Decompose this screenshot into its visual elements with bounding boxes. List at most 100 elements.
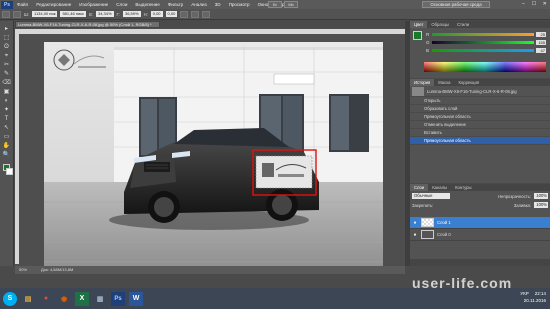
brush-tool-icon[interactable]: ✎ [2,70,12,78]
history-item[interactable]: Образовать слой [410,105,550,113]
menu-image[interactable]: Изображение [75,2,112,7]
color-panel: Цвет Образцы Стили R 25 G 155 B 47 [410,21,550,78]
maximize-button[interactable]: ☐ [529,0,540,9]
tab-history[interactable]: История [410,79,435,86]
lock-label: Закрепить: [412,202,434,208]
photoshop-taskbar-icon[interactable]: Ps [111,291,125,306]
eraser-tool-icon[interactable]: ⌫ [2,79,12,87]
layer-row[interactable]: ● Слой 0 [410,229,550,241]
menu-analysis[interactable]: Анализ [187,2,211,7]
zoom-tool-icon[interactable]: 🔍 [2,151,12,159]
width-field[interactable]: 34,34% [95,11,114,17]
word-icon[interactable]: W [129,291,143,306]
pen-tool-icon[interactable]: ✦ [2,106,12,114]
history-item[interactable]: Открыть [410,97,550,105]
warp-icon[interactable] [180,10,189,18]
layer-name[interactable]: Слой 0 [437,232,451,237]
hand-tool-icon[interactable]: ✋ [2,142,12,150]
menu-file[interactable]: Файл [13,2,32,7]
reference-point-icon[interactable] [13,10,21,18]
y-field[interactable]: 581,46 пикс [60,11,86,17]
color-spectrum-bar[interactable] [424,62,546,72]
snapshot-thumbnail [412,86,424,96]
tab-swatches[interactable]: Образцы [427,21,453,28]
history-item[interactable]: Вставить [410,129,550,137]
fill-field[interactable]: 100% [534,202,548,208]
history-item-selected[interactable]: Прямоугольная область [410,137,550,145]
layers-panel-footer [410,259,550,266]
dodge-tool-icon[interactable]: ◐ [2,97,12,105]
zoom-level[interactable]: 50% [19,266,27,274]
excel-icon[interactable]: X [75,291,89,306]
menu-3d[interactable]: 3D [211,2,225,7]
menu-edit[interactable]: Редактирование [32,2,75,7]
layer-name[interactable]: Слой 1 [437,220,451,225]
commit-transform-icon[interactable] [202,10,211,18]
tab-paths[interactable]: Контуры [451,184,475,191]
blue-slider[interactable]: B 47 [426,47,546,54]
cancel-transform-icon[interactable] [191,10,200,18]
clock-time[interactable]: 22:14 [535,290,546,297]
explorer-icon[interactable]: ▤ [21,292,35,306]
blend-mode-select[interactable]: Обычные [412,193,450,199]
tab-color[interactable]: Цвет [410,21,428,28]
tools-panel: ▸ ⬚ ʘ ⌖ ✂ ✎ ⌫ ▣ ◐ ✦ T ↖ ▭ ✋ 🔍 [0,21,14,266]
menu-select[interactable]: Выделение [131,2,163,7]
tab-masks[interactable]: Маска [434,79,454,86]
green-slider[interactable]: G 155 [426,39,546,46]
language-indicator[interactable]: УКР [520,290,528,297]
taskbar: S ▤ ● ◉ X ▦ Ps W [0,288,550,309]
chrome-icon[interactable]: ● [39,292,53,306]
firefox-icon[interactable]: ◉ [57,292,71,306]
skew-field[interactable]: 0,00 [165,11,178,17]
close-button[interactable]: ✕ [539,0,550,9]
visibility-eye-icon[interactable]: ● [412,232,418,238]
angle-field[interactable]: 0,00 [150,11,163,17]
workspace-button[interactable]: Основная рабочая среда [422,1,490,8]
angle-label: Г: [116,11,120,17]
opacity-field[interactable]: 100% [534,193,548,199]
layer-thumbnail [421,230,434,239]
tool-preset-icon[interactable] [2,10,10,18]
background-color-swatch[interactable] [5,168,13,175]
menu-layers[interactable]: Слои [112,2,131,7]
height-label: В: [89,11,93,17]
history-panel: История Маска Коррекция Lumma-BMW-X6-F16… [410,79,550,183]
tab-styles[interactable]: Стили [453,21,473,28]
photoshop-logo: Ps [1,0,13,9]
bridge-button[interactable]: Br [268,1,282,8]
marquee-tool-icon[interactable]: ⬚ [2,34,12,42]
minibridge-button[interactable]: Mb [284,1,298,8]
menu-view[interactable]: Просмотр [225,2,254,7]
path-select-tool-icon[interactable]: ↖ [2,124,12,132]
history-item[interactable]: Прямоугольная область [410,113,550,121]
red-slider[interactable]: R 25 [426,31,546,38]
tab-adjustments[interactable]: Коррекция [454,79,483,86]
type-tool-icon[interactable]: T [2,115,12,123]
move-tool-icon[interactable]: ▸ [2,25,12,33]
visibility-eye-icon[interactable]: ● [412,220,418,226]
system-tray: УКР 22:14 20.11.2016 [520,290,546,304]
shape-tool-icon[interactable]: ▭ [2,133,12,141]
gradient-tool-icon[interactable]: ▣ [2,88,12,96]
quick-select-tool-icon[interactable]: ⌖ [2,52,12,60]
history-item[interactable]: Отменить выделение [410,121,550,129]
skype-icon[interactable]: S [3,291,17,306]
history-panel-tabs: История Маска Коррекция [410,79,550,86]
tab-layers[interactable]: Слои [410,184,429,191]
document-tab[interactable]: Lumma-BMW-X6-F16-Tuning-CLR-X-6-R-08.jpg… [15,21,160,28]
layer-row-selected[interactable]: ● Слой 1 [410,217,550,229]
crop-tool-icon[interactable]: ✂ [2,61,12,69]
image-canvas[interactable] [44,42,383,272]
x-field[interactable]: 1134,00 пик [32,11,58,17]
lasso-tool-icon[interactable]: ʘ [2,43,12,51]
fill-label: Заливка: [513,202,531,208]
image-viewer-icon[interactable]: ▦ [93,292,107,306]
clock-date[interactable]: 20.11.2016 [520,297,546,304]
history-snapshot[interactable]: Lumma-BMW-X6-F16-Tuning-CLR-X-6-R-08.jpg [410,86,550,97]
minimize-button[interactable]: – [518,0,529,9]
tab-channels[interactable]: Каналы [428,184,451,191]
menu-filter[interactable]: Фильтр [164,2,187,7]
color-panel-foreground[interactable] [413,31,422,40]
height-field[interactable]: 36,59% [122,11,141,17]
